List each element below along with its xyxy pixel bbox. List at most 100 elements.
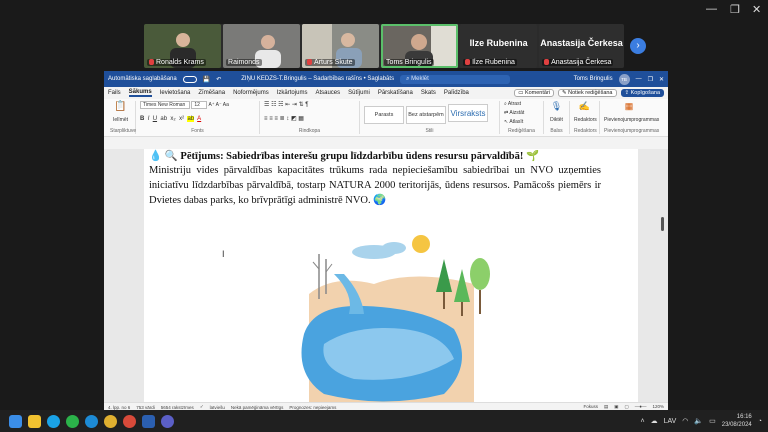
volume-icon[interactable]: 🔈 [694, 417, 703, 425]
word-icon[interactable] [142, 414, 155, 428]
whatsapp-icon[interactable] [66, 414, 79, 428]
chrome-profile-icon[interactable] [123, 414, 136, 428]
document-heading[interactable]: 💧 🔍 Pētījums: Sabiedrības interešu grupu… [149, 149, 629, 162]
tab-view[interactable]: Skats [421, 90, 436, 96]
multilevel-icon[interactable]: ☵ [278, 102, 283, 108]
user-name[interactable]: Toms Bringulis [574, 76, 613, 82]
bold-icon[interactable]: B [140, 116, 144, 122]
paste-button[interactable]: Ielīmēt [110, 117, 131, 123]
tab-help[interactable]: Palīdzība [444, 90, 469, 96]
paste-icon[interactable]: 📋 [110, 101, 131, 112]
clock[interactable]: 16:16 23/08/2024 [722, 413, 752, 429]
increase-indent-icon[interactable]: ⇥ [292, 102, 297, 108]
teams-meeting-icon[interactable] [161, 414, 174, 428]
maximize-icon[interactable]: ❐ [648, 76, 653, 83]
grow-font-icon[interactable]: A⁺ [209, 102, 215, 108]
maximize-icon[interactable]: ❐ [730, 3, 740, 16]
comments-button[interactable]: ▭ Komentāri [514, 89, 555, 97]
style-normal[interactable]: Parasts [364, 105, 404, 124]
autosave-toggle[interactable] [182, 75, 197, 83]
highlight-icon[interactable]: ab [187, 115, 195, 122]
tab-home[interactable]: Sākums [128, 89, 152, 97]
notification-icon[interactable]: ◔ [758, 418, 762, 425]
document-page[interactable]: 💧 🔍 Pētījums: Sabiedrības interešu grupu… [144, 149, 638, 404]
windows-start-icon[interactable] [9, 414, 22, 428]
addins-icon[interactable]: ▦ [604, 101, 654, 112]
pilcrow-icon[interactable]: ¶ [305, 102, 308, 108]
find-button[interactable]: ⌕ Atrast [504, 101, 539, 107]
change-case-icon[interactable]: Aa [223, 102, 229, 108]
style-heading[interactable]: Virsraksts [448, 104, 488, 122]
strikethrough-icon[interactable]: ab [160, 116, 167, 122]
editing-mode-button[interactable]: ✎ Notiek rediģēšana [558, 89, 617, 97]
doc-title[interactable]: ZIŅU KEDZS-T.Bringulis – Sadarbības rašī… [241, 76, 394, 82]
tab-design[interactable]: Noformējums [233, 90, 269, 96]
italic-icon[interactable]: I [148, 116, 150, 122]
style-no-spacing[interactable]: Bez atstarpēm [406, 105, 446, 124]
addins-button[interactable]: Pievienojumprogrammas [604, 117, 659, 123]
chevron-right-icon[interactable]: › [630, 38, 646, 54]
tab-mailings[interactable]: Sūtījumi [348, 90, 370, 96]
participant-tile[interactable]: Arturs Skute [302, 24, 380, 68]
shrink-font-icon[interactable]: A⁻ [216, 102, 222, 108]
tab-draw[interactable]: Zīmēšana [198, 90, 225, 96]
word-count[interactable]: 753 vārdi [136, 405, 155, 410]
avatar[interactable]: TB [618, 73, 630, 85]
font-name-select[interactable]: Times New Roman [140, 101, 190, 109]
decrease-indent-icon[interactable]: ⇤ [285, 102, 290, 108]
accessibility-status[interactable]: Nekā pamēģināma vērtīgs [231, 405, 284, 410]
microphone-icon[interactable]: 🎙 [548, 101, 565, 112]
document-paragraph[interactable]: Ministriju vides pārvaldības kapacitātes… [149, 163, 601, 208]
tab-file[interactable]: Fails [108, 90, 121, 96]
superscript-icon[interactable]: x² [179, 116, 184, 122]
tab-insert[interactable]: Ievietošana [160, 90, 191, 96]
search-input[interactable]: ⌕ Meklēt [400, 74, 511, 84]
numbering-icon[interactable]: ☷ [271, 102, 276, 108]
undo-icon[interactable]: ↶ [216, 76, 221, 83]
line-spacing-icon[interactable]: ↕ [286, 116, 289, 122]
predictions-status[interactable]: Prognozes: nepieejams [289, 405, 336, 410]
font-color-icon[interactable]: A [197, 116, 201, 122]
keyboard-language[interactable]: LAV [664, 418, 677, 425]
font-size-select[interactable]: 12 [191, 101, 208, 109]
cloud-icon[interactable]: ☁ [651, 417, 658, 425]
chevron-up-icon[interactable]: ˄ [640, 418, 644, 425]
chrome-icon[interactable] [104, 414, 117, 428]
align-center-icon[interactable]: ≡ [269, 116, 273, 122]
char-count[interactable]: 5654 rakstzīmes [161, 405, 194, 410]
shading-icon[interactable]: ◩ [291, 116, 297, 122]
replace-button[interactable]: ⇄ Aizstāt [504, 110, 539, 116]
battery-icon[interactable]: ▭ [709, 417, 716, 425]
tab-review[interactable]: Pārskatīšana [378, 90, 413, 96]
underline-icon[interactable]: U [153, 116, 157, 122]
participant-tile[interactable]: Ilze Rubenina Ilze Rubenina [460, 24, 538, 68]
participant-tile[interactable]: Raimonds [223, 24, 301, 68]
page-count[interactable]: 4. lpp. no 6 [108, 405, 130, 410]
editor-icon[interactable]: ✍ [574, 101, 595, 112]
tab-layout[interactable]: Izkārtojums [277, 90, 308, 96]
align-left-icon[interactable]: ≡ [264, 116, 268, 122]
document-area[interactable]: 💧 🔍 Pētījums: Sabiedrības interešu grupu… [104, 149, 668, 404]
language-indicator[interactable]: latviešu [210, 405, 225, 410]
skype-icon[interactable] [47, 414, 60, 428]
wifi-icon[interactable]: ◠ [682, 417, 688, 425]
minimize-icon[interactable]: — [706, 3, 717, 15]
dictate-button[interactable]: Diktēt [548, 117, 565, 123]
save-icon[interactable]: 💾 [203, 76, 210, 83]
borders-icon[interactable]: ▦ [298, 116, 304, 122]
subscript-icon[interactable]: x₂ [170, 116, 175, 122]
file-explorer-icon[interactable] [28, 414, 41, 428]
bullets-icon[interactable]: ☰ [264, 102, 269, 108]
tab-references[interactable]: Atsauces [315, 90, 340, 96]
justify-icon[interactable]: ≣ [280, 116, 285, 122]
vertical-scrollbar[interactable] [661, 149, 666, 402]
editor-button[interactable]: Redaktors [574, 117, 597, 123]
participant-tile[interactable]: Ronalds Krams [144, 24, 222, 68]
edge-icon[interactable] [85, 414, 98, 428]
close-icon[interactable]: ✕ [659, 76, 664, 83]
participant-tile-active[interactable]: Toms Bringulis [381, 24, 459, 68]
close-icon[interactable]: ✕ [752, 3, 761, 16]
sort-icon[interactable]: ⇅ [299, 102, 304, 108]
minimize-icon[interactable]: — [636, 76, 642, 82]
participant-tile[interactable]: Anastasija Čerkesa Anastasija Čerkesa [539, 24, 624, 68]
